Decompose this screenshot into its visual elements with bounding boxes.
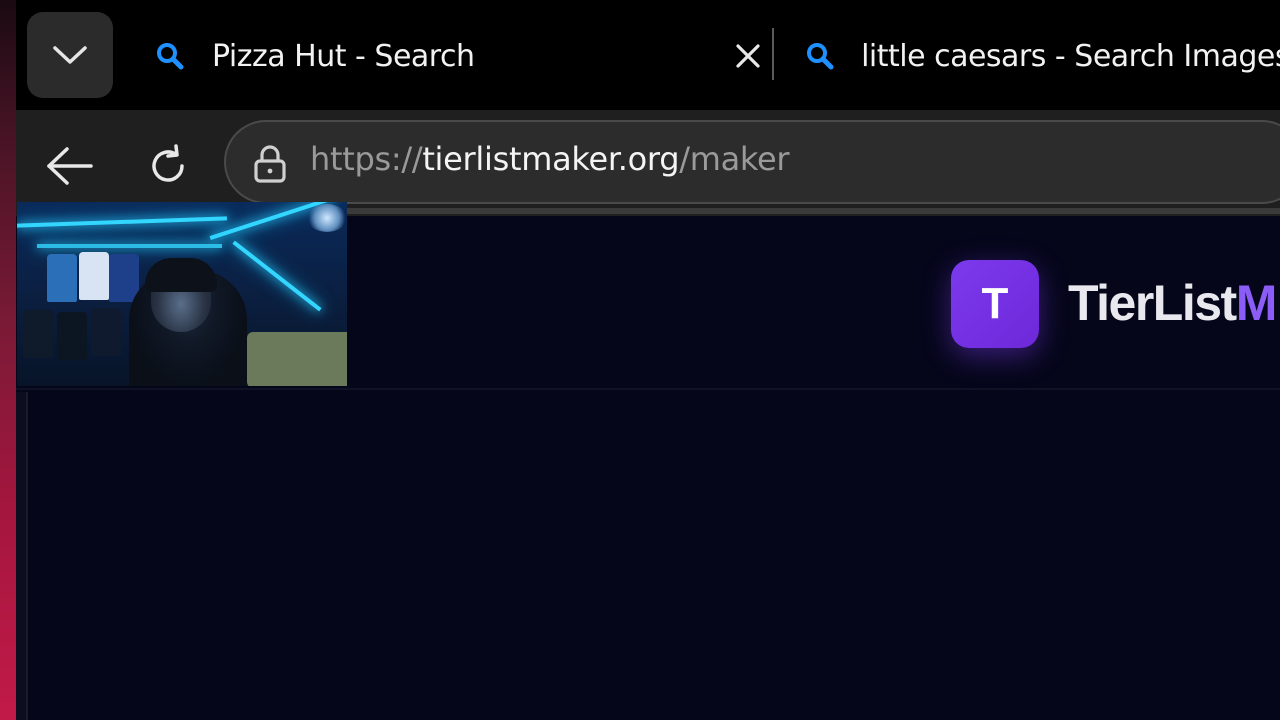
tab-little-caesars-images[interactable]: little caesars - Search Images (796, 20, 1280, 92)
streamer-hair (145, 258, 217, 292)
webcam-overlay (17, 202, 347, 386)
chevron-down-icon (53, 46, 87, 64)
jersey (79, 252, 109, 300)
jersey (57, 312, 87, 360)
jersey (91, 308, 121, 356)
toolbar-divider (246, 208, 1280, 214)
url-scheme: https:// (310, 140, 423, 178)
tab-title: Pizza Hut - Search (212, 38, 475, 74)
url-path: /maker (679, 140, 790, 178)
led-strip (17, 216, 228, 228)
tab-pizza-hut-search[interactable]: Pizza Hut - Search (146, 20, 776, 92)
tab-title: little caesars - Search Images (861, 38, 1280, 74)
close-icon (736, 44, 760, 68)
site-logo[interactable]: T (951, 260, 1039, 348)
back-arrow-icon (47, 147, 93, 185)
brand-text-part2: M (1235, 275, 1278, 331)
jersey (47, 254, 77, 302)
site-brand-name[interactable]: TierListM (1068, 274, 1278, 332)
reload-button[interactable] (138, 136, 198, 196)
tab-actions-button[interactable] (27, 12, 113, 98)
led-strip (37, 244, 222, 248)
ceiling-light (307, 204, 347, 232)
led-strip (232, 240, 322, 312)
close-tab-button[interactable] (728, 36, 768, 76)
reload-icon (152, 144, 184, 182)
page-left-edge (16, 392, 28, 720)
address-bar[interactable]: https://tierlistmaker.org/maker (224, 120, 1280, 204)
bed (247, 332, 347, 386)
lock-icon[interactable] (250, 144, 290, 184)
jersey (23, 310, 53, 358)
url-text: https://tierlistmaker.org/maker (310, 140, 790, 178)
search-icon (150, 36, 190, 76)
tab-strip: Pizza Hut - Search little caesars - Sear… (16, 0, 1280, 110)
brand-text-part1: TierList (1068, 275, 1237, 331)
back-button[interactable] (40, 136, 100, 196)
tab-separator (772, 28, 774, 80)
url-host: tierlistmaker.org (422, 140, 680, 178)
search-icon (800, 36, 839, 76)
logo-letter: T (981, 279, 1009, 328)
